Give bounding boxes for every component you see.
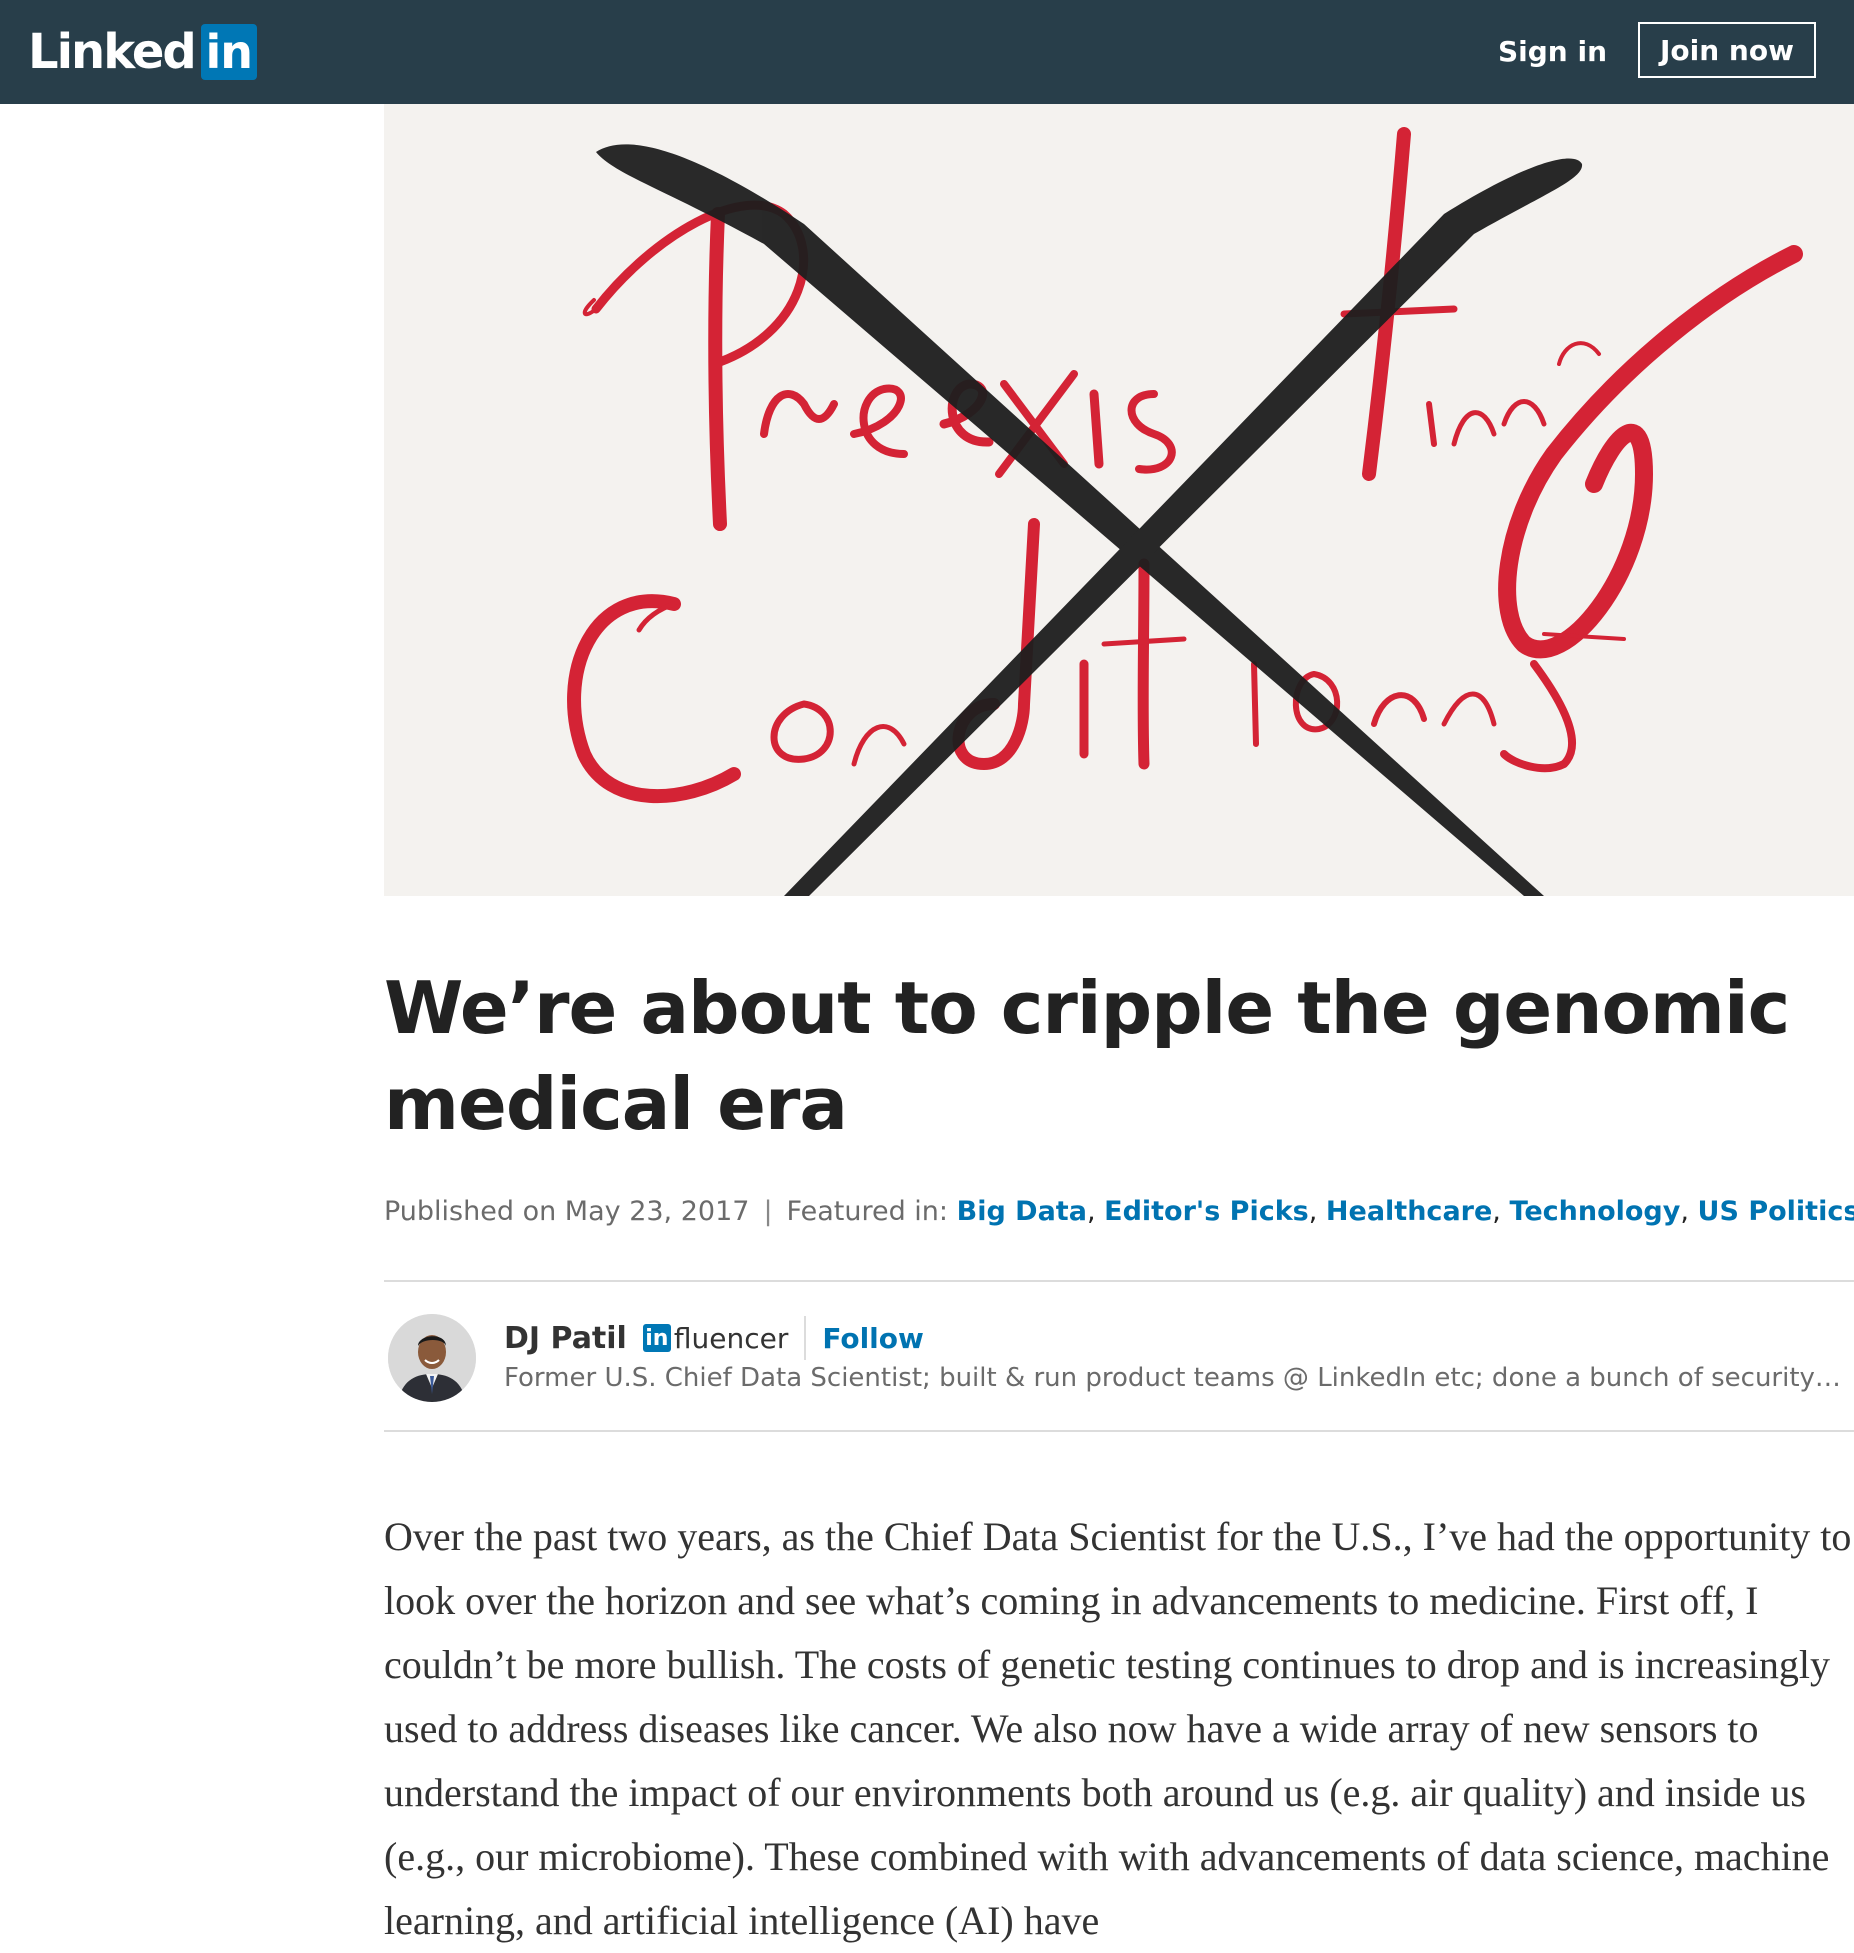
featured-tag-big-data[interactable]: Big Data — [957, 1196, 1087, 1227]
influencer-word: fluencer — [673, 1321, 789, 1355]
logo-in-box: in — [200, 24, 257, 80]
article-body-paragraph: Over the past two years, as the Chief Da… — [384, 1514, 1852, 1943]
featured-label: Featured in: — [786, 1196, 949, 1227]
author-name[interactable]: DJ Patil — [504, 1321, 627, 1356]
hero-image — [384, 104, 1854, 896]
author-divider — [804, 1316, 807, 1360]
author-headline: Former U.S. Chief Data Scientist; built … — [504, 1363, 1848, 1393]
featured-tag-technology[interactable]: Technology — [1509, 1196, 1680, 1227]
hero-illustration — [567, 127, 1803, 896]
published-date: Published on May 23, 2017 — [384, 1196, 750, 1227]
article-meta: Published on May 23, 2017 | Featured in: B… — [384, 1192, 1854, 1232]
linkedin-logo[interactable]: Linked in — [28, 23, 257, 81]
avatar-portrait — [388, 1314, 476, 1402]
meta-separator: | — [763, 1196, 773, 1227]
logo-wordmark: Linked — [28, 24, 197, 80]
influencer-badge: in fluencer — [642, 1321, 789, 1355]
article-title: We’re about to cripple the genomic medic… — [384, 966, 1790, 1146]
author-avatar[interactable] — [388, 1314, 476, 1402]
top-navigation-bar: Linked in Sign in Join now — [0, 0, 1854, 104]
featured-tag-healthcare[interactable]: Healthcare — [1326, 1196, 1492, 1227]
featured-tag-us-politics[interactable]: US Politics — [1698, 1196, 1854, 1227]
hero-cross-mark — [596, 144, 1583, 896]
join-now-button[interactable]: Join now — [1638, 22, 1816, 78]
follow-button[interactable]: Follow — [822, 1322, 924, 1355]
author-line: DJ Patil in fluencer Follow — [504, 1316, 924, 1360]
featured-tag-editors-picks[interactable]: Editor's Picks — [1104, 1196, 1309, 1227]
influencer-in-icon: in — [642, 1324, 671, 1352]
sign-in-link[interactable]: Sign in — [1498, 32, 1607, 72]
divider-top — [384, 1280, 1854, 1282]
divider-bottom — [384, 1430, 1854, 1432]
